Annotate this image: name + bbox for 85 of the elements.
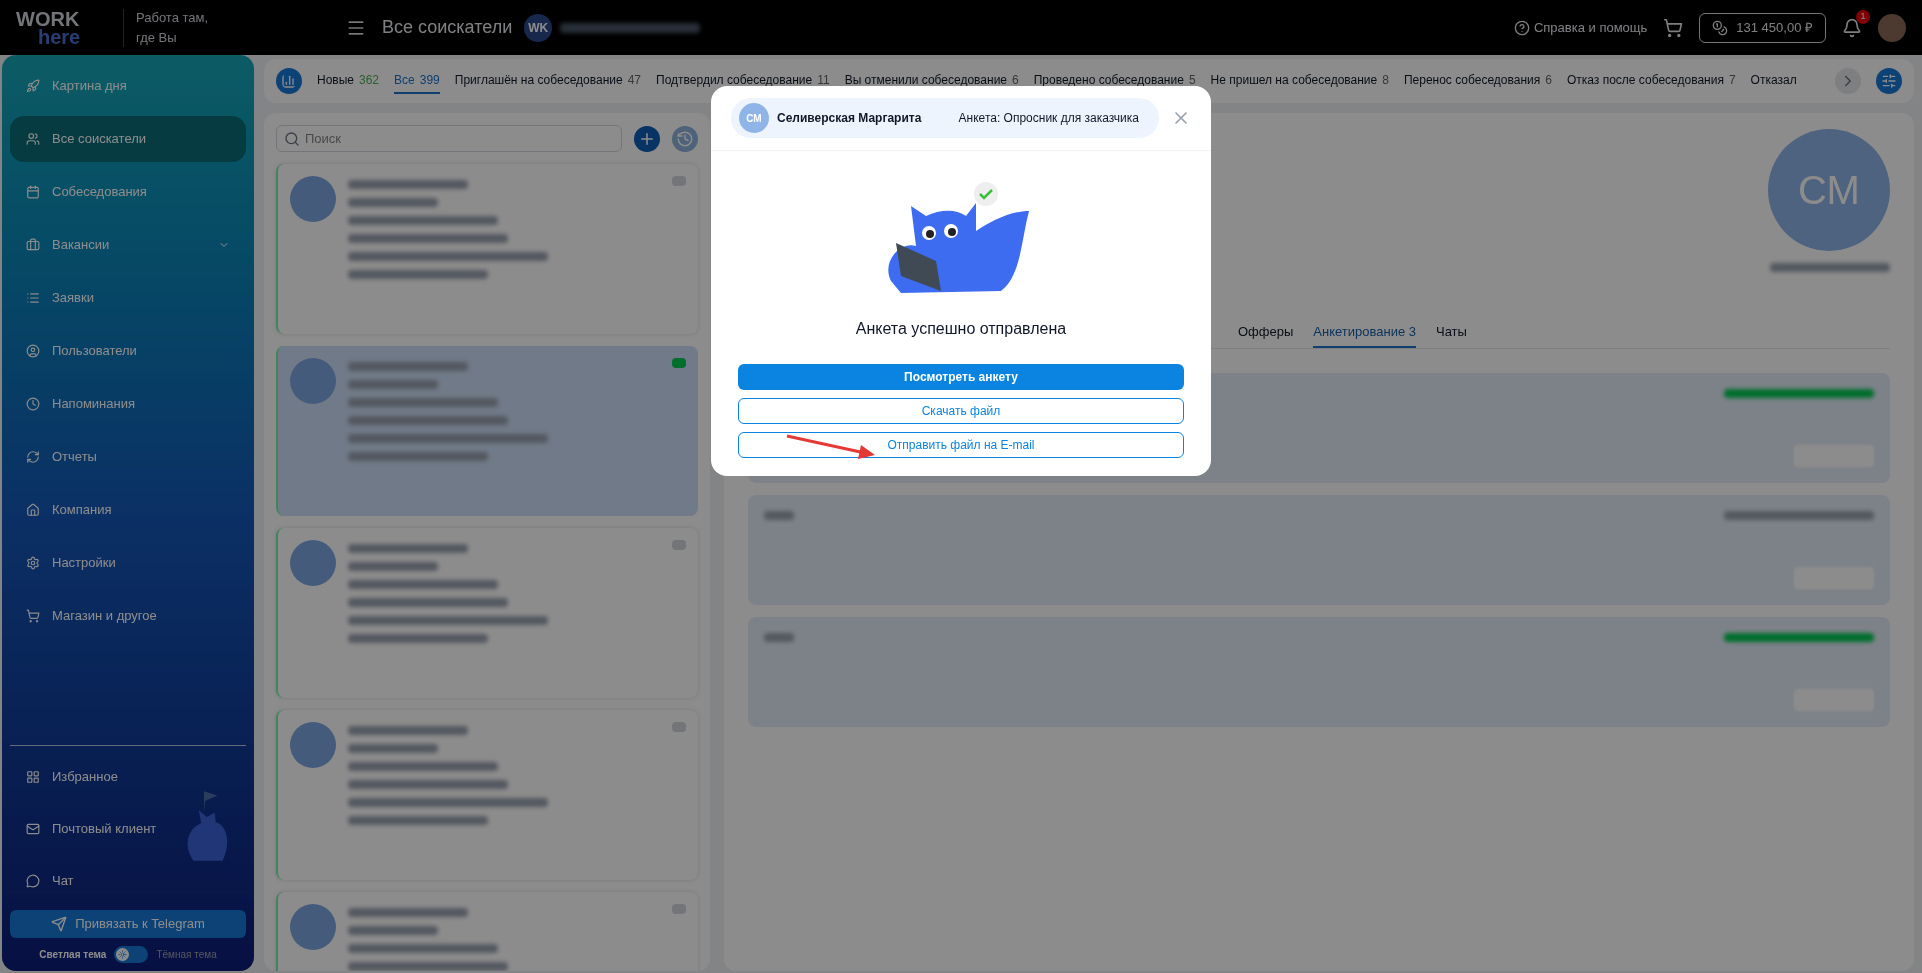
sidebar-item[interactable]: Заявки	[10, 275, 246, 321]
avatar[interactable]	[1878, 13, 1906, 42]
settings-icon	[26, 556, 40, 570]
coins-icon	[1712, 19, 1729, 36]
status-tab[interactable]: Перенос собеседования 6	[1403, 68, 1552, 94]
sidebar-item[interactable]: Все соискатели	[10, 116, 246, 162]
status-tab[interactable]: Приглашён на собеседование 47	[454, 68, 642, 94]
search-icon	[284, 131, 300, 147]
theme-label: Тёмная тема	[156, 948, 217, 962]
blurred-text	[764, 632, 794, 642]
scroll-right-icon[interactable]	[1835, 68, 1861, 94]
page-title: Все соискатели	[382, 16, 513, 39]
sidebar-item[interactable]: Напоминания	[10, 381, 246, 427]
mail-icon	[26, 822, 40, 836]
sidebar-item[interactable]: Отчеты	[10, 434, 246, 480]
sidebar-item[interactable]: Избранное	[10, 754, 134, 800]
modal-button[interactable]: Посмотреть анкету	[738, 364, 1184, 390]
grid-icon	[26, 770, 40, 784]
telegram-button[interactable]: Привязать к Telegram	[10, 910, 246, 938]
candidate-avatar	[290, 904, 336, 950]
sun-icon	[118, 950, 128, 959]
candidate-card[interactable]	[276, 528, 698, 698]
profile-tab[interactable]: Чаты	[1436, 322, 1467, 348]
list-icon	[26, 291, 40, 305]
modal-button[interactable]: Отправить файл на E-mail	[738, 432, 1184, 458]
modal-button[interactable]: Скачать файл	[738, 398, 1184, 424]
cart-icon[interactable]	[1663, 17, 1684, 38]
status-tab[interactable]: Проведено собеседование 5	[1033, 68, 1196, 94]
filter-icon[interactable]	[1876, 68, 1902, 94]
candidate-card[interactable]	[276, 346, 698, 516]
add-icon[interactable]	[634, 125, 660, 152]
search-field[interactable]: Поиск	[276, 125, 622, 152]
theme-label: Светлая тема	[39, 948, 107, 962]
status-tab[interactable]: Подтвердил собеседование 11	[656, 68, 830, 94]
refresh-icon	[26, 450, 40, 464]
cart-icon	[26, 609, 40, 623]
history-icon[interactable]	[672, 125, 698, 152]
balance-button[interactable]: 131 450,00 ₽	[1699, 12, 1826, 43]
candidate-avatar	[290, 176, 336, 222]
users-icon	[26, 132, 40, 146]
sidebar-item[interactable]: Собеседования	[10, 169, 246, 215]
home-icon	[26, 503, 40, 517]
company-badge[interactable]: WK	[524, 13, 553, 42]
status-tab[interactable]: Новые 362	[317, 68, 380, 94]
bell-icon[interactable]	[1842, 17, 1862, 38]
help-link[interactable]: Справка и помощь	[1513, 17, 1648, 38]
profile-tab[interactable]: Анкетирование 3	[1313, 322, 1416, 348]
chart-icon[interactable]	[276, 68, 302, 94]
user-icon	[26, 344, 40, 358]
status-tab[interactable]: Не пришел на собеседование 8	[1210, 68, 1389, 94]
candidate-name: Селиверская Маргарита	[777, 110, 922, 127]
calendar-icon	[26, 185, 40, 199]
status-tab[interactable]: Все 399	[394, 68, 440, 94]
sidebar-item[interactable]: Настройки	[10, 540, 246, 586]
status-tab[interactable]: Вы отменили собеседование 6	[844, 68, 1019, 94]
status-tab[interactable]: Отказ после собеседования 7	[1566, 68, 1736, 94]
sidebar-item[interactable]: Магазин и другое	[10, 593, 246, 639]
profile-avatar: СМ	[1768, 129, 1890, 251]
chat-icon	[26, 874, 40, 888]
help-icon	[1513, 19, 1530, 36]
avatar: СМ	[739, 103, 769, 133]
sidebar-item[interactable]: Картина дня	[10, 63, 246, 109]
candidate-avatar	[290, 358, 336, 404]
success-message: Анкета успешно отправлена	[855, 319, 1067, 339]
briefcase-icon	[26, 238, 40, 252]
logo: WORK here	[16, 9, 82, 46]
candidate-card[interactable]	[276, 164, 698, 334]
slogan: Работа там, где Вы	[136, 8, 210, 47]
candidate-avatar	[290, 540, 336, 586]
profile-tab[interactable]: Офферы	[1238, 322, 1294, 348]
paper-plane-icon	[51, 916, 68, 932]
form-name: Анкета: Опросник для заказчика	[958, 110, 1140, 127]
sidebar-item[interactable]: Компания	[10, 487, 246, 533]
theme-toggle[interactable]	[114, 946, 149, 963]
notification-badge: 1	[1856, 9, 1870, 24]
sidebar-item[interactable]: Почтовый клиент	[10, 806, 173, 852]
status-tab[interactable]: Отказал	[1750, 68, 1797, 94]
rocket-icon	[26, 79, 40, 93]
clock-icon	[26, 397, 40, 411]
candidate-avatar	[290, 722, 336, 768]
sidebar-item[interactable]: Вакансии	[10, 222, 246, 268]
blurred-text	[764, 510, 794, 520]
candidate-card[interactable]	[276, 710, 698, 880]
sidebar-item[interactable]: Пользователи	[10, 328, 246, 374]
sidebar-item[interactable]: Чат	[10, 858, 90, 904]
